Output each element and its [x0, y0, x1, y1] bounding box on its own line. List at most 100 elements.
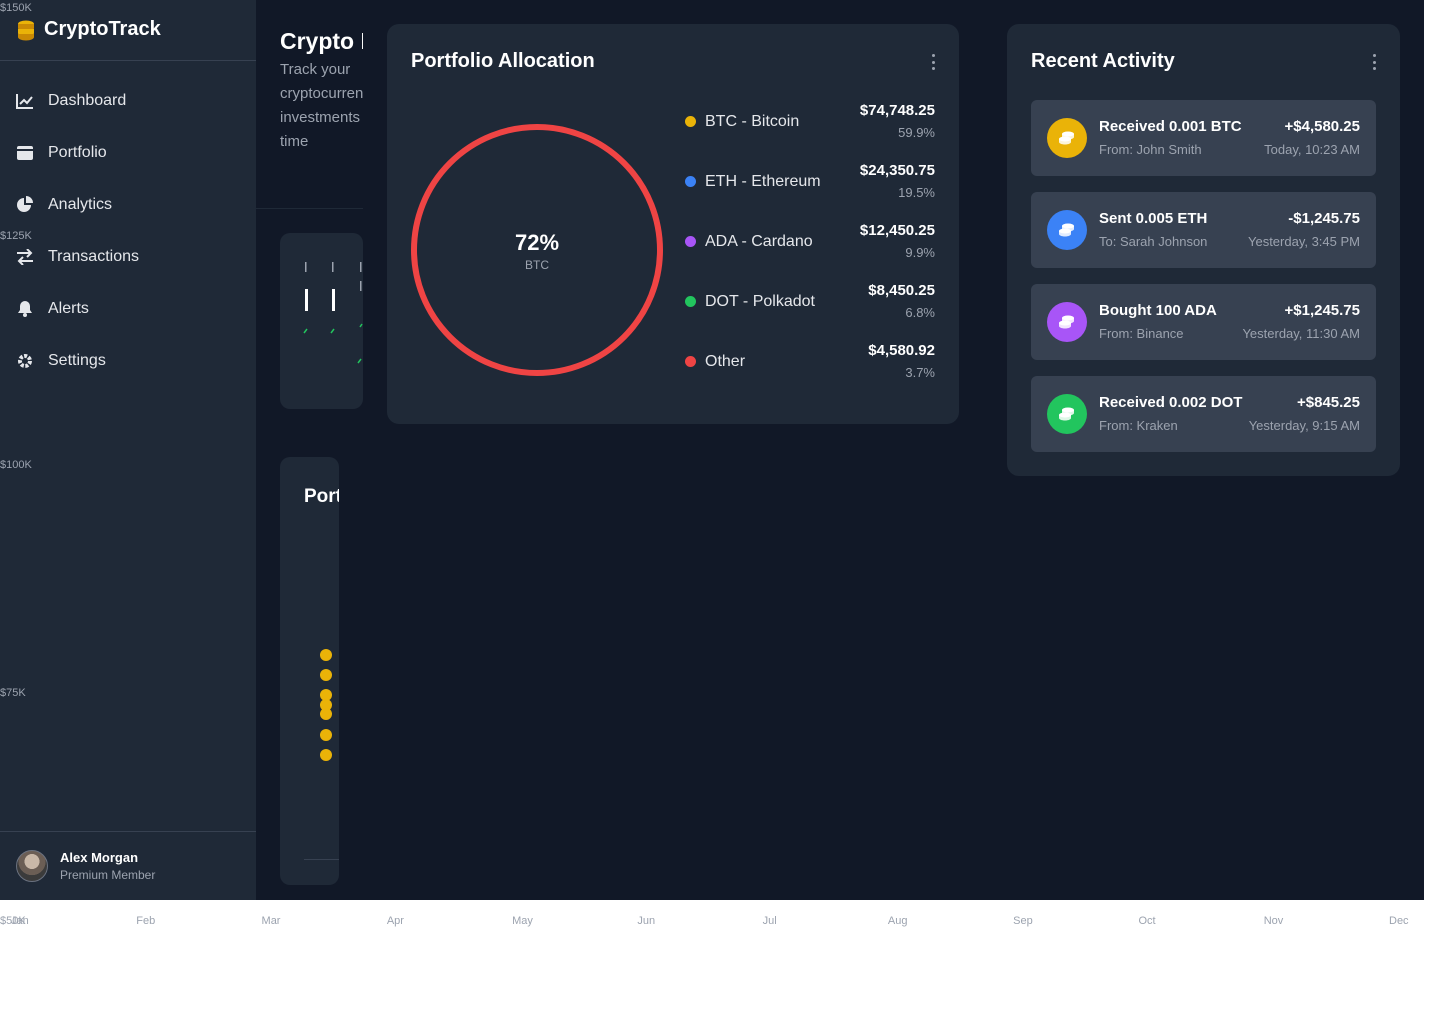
- stats-card: [280, 233, 363, 409]
- chart-line-icon: [16, 92, 34, 110]
- x-tick-label: Oct: [1138, 915, 1156, 927]
- activity-item[interactable]: Bought 100 ADA From: Binance +$1,245.75 …: [1031, 284, 1376, 360]
- legend-percent: 19.5%: [898, 185, 935, 200]
- sidebar-item-portfolio[interactable]: Portfolio: [0, 127, 256, 179]
- legend-dot: [685, 116, 696, 127]
- sidebar-item-transactions[interactable]: Transactions: [0, 231, 256, 283]
- sidebar: CryptoTrack Dashboard Portfolio Analytic…: [0, 0, 256, 900]
- stats-glyphs: [303, 262, 363, 364]
- x-tick-label: Sep: [1013, 915, 1033, 927]
- activity-time: Yesterday, 9:15 AM: [1248, 418, 1360, 433]
- sidebar-divider: [0, 831, 256, 832]
- app-logo[interactable]: CryptoTrack: [16, 18, 161, 41]
- legend-name: ADA - Cardano: [705, 233, 813, 250]
- activity-amount: +$4,580.25: [1284, 118, 1361, 135]
- legend-item-other[interactable]: Other $4,580.92 3.7%: [685, 342, 935, 402]
- legend-value: $4,580.92: [868, 342, 935, 359]
- bell-icon: [16, 300, 34, 318]
- app-window: CryptoTrack Dashboard Portfolio Analytic…: [0, 0, 1424, 900]
- legend-value: $8,450.25: [868, 282, 935, 299]
- activity-amount: +$1,245.75: [1284, 302, 1361, 319]
- sidebar-item-label: Portfolio: [48, 144, 107, 161]
- header-divider: [256, 208, 363, 209]
- legend-name: Other: [705, 353, 746, 370]
- activity-title: Sent 0.005 ETH: [1099, 210, 1208, 227]
- activity-item[interactable]: Sent 0.005 ETH To: Sarah Johnson -$1,245…: [1031, 192, 1376, 268]
- activity-counterparty: To: Sarah Johnson: [1099, 234, 1208, 249]
- sidebar-item-label: Transactions: [48, 248, 139, 265]
- exchange-icon: [16, 248, 34, 266]
- legend-dot: [685, 176, 696, 187]
- sidebar-item-settings[interactable]: Settings: [0, 335, 256, 387]
- activity-amount: -$1,245.75: [1288, 210, 1360, 227]
- more-options-icon[interactable]: [929, 54, 937, 70]
- allocation-legend: BTC - Bitcoin $74,748.25 59.9% ETH - Eth…: [685, 102, 935, 402]
- user-profile[interactable]: Alex Morgan Premium Member: [16, 850, 155, 882]
- chart-baseline: [304, 859, 339, 860]
- legend-item-ada[interactable]: ADA - Cardano $12,450.25 9.9%: [685, 222, 935, 282]
- sidebar-item-label: Alerts: [48, 300, 89, 317]
- x-tick-label: Aug: [887, 915, 908, 927]
- pie-chart-icon: [16, 196, 34, 214]
- performance-title: Portfolio Performance: [304, 486, 339, 507]
- x-tick-label: Apr: [386, 915, 404, 927]
- sidebar-item-alerts[interactable]: Alerts: [0, 283, 256, 335]
- legend-percent: 3.7%: [905, 365, 935, 380]
- activity-time: Today, 10:23 AM: [1264, 142, 1360, 157]
- chart-point: [320, 649, 332, 661]
- page-header: Crypto Portfolio Track your cryptocurren…: [280, 26, 363, 186]
- y-tick-label: $125K: [0, 230, 32, 242]
- more-options-icon[interactable]: [1370, 54, 1378, 70]
- y-tick-label: $100K: [0, 459, 32, 471]
- donut-percentage: 72%: [514, 230, 560, 255]
- gear-icon: [16, 352, 34, 370]
- sidebar-item-analytics[interactable]: Analytics: [0, 179, 256, 231]
- legend-name: ETH - Ethereum: [705, 173, 821, 190]
- activity-item[interactable]: Received 0.001 BTC From: John Smith +$4,…: [1031, 100, 1376, 176]
- portfolio-allocation-card: Portfolio Allocation 72% BTC BTC - Bitco…: [387, 24, 959, 424]
- x-tick-label: Feb: [136, 915, 156, 927]
- activity-item[interactable]: Received 0.002 DOT From: Kraken +$845.25…: [1031, 376, 1376, 452]
- legend-value: $24,350.75: [859, 162, 935, 179]
- performance-card: Portfolio Performance: [280, 457, 339, 885]
- allocation-donut[interactable]: 72% BTC: [409, 122, 665, 378]
- coins-icon: [1047, 210, 1087, 250]
- x-tick-label: Jan: [11, 915, 29, 927]
- page-subtitle: Track your cryptocurrency investments in…: [280, 61, 363, 150]
- chart-point: [320, 669, 332, 681]
- card-title: Recent Activity: [1031, 50, 1175, 72]
- x-tick-label: Mar: [261, 915, 281, 927]
- chart-point: [320, 729, 332, 741]
- user-role: Premium Member: [60, 868, 156, 882]
- legend-percent: 9.9%: [905, 245, 935, 260]
- card-title: Portfolio Allocation: [411, 50, 595, 72]
- activity-time: Yesterday, 11:30 AM: [1242, 326, 1360, 341]
- app-name: CryptoTrack: [44, 18, 161, 40]
- x-tick-label: Jun: [637, 915, 656, 927]
- legend-item-eth[interactable]: ETH - Ethereum $24,350.75 19.5%: [685, 162, 935, 222]
- legend-value: $12,450.25: [859, 222, 935, 239]
- activity-counterparty: From: Binance: [1099, 326, 1184, 341]
- donut-label: BTC: [525, 258, 549, 272]
- legend-percent: 6.8%: [905, 305, 935, 320]
- chart-point: [320, 749, 332, 761]
- legend-item-dot[interactable]: DOT - Polkadot $8,450.25 6.8%: [685, 282, 935, 342]
- sidebar-divider: [0, 60, 256, 61]
- coins-icon: [1047, 118, 1087, 158]
- legend-dot: [685, 356, 696, 367]
- x-tick-label: Nov: [1263, 915, 1284, 927]
- legend-name: DOT - Polkadot: [705, 293, 815, 310]
- coins-icon: [1047, 302, 1087, 342]
- coins-icon: [1047, 394, 1087, 434]
- activity-title: Received 0.002 DOT: [1099, 394, 1243, 411]
- activity-counterparty: From: Kraken: [1099, 418, 1178, 433]
- sidebar-item-label: Settings: [48, 352, 106, 369]
- legend-percent: 59.9%: [898, 125, 935, 140]
- legend-item-btc[interactable]: BTC - Bitcoin $74,748.25 59.9%: [685, 102, 935, 162]
- donut-center: 72% BTC: [409, 230, 665, 272]
- legend-dot: [685, 296, 696, 307]
- activity-amount: +$845.25: [1297, 394, 1360, 411]
- sidebar-item-dashboard[interactable]: Dashboard: [0, 75, 256, 127]
- coins-icon: [16, 19, 36, 41]
- activity-title: Bought 100 ADA: [1099, 302, 1217, 319]
